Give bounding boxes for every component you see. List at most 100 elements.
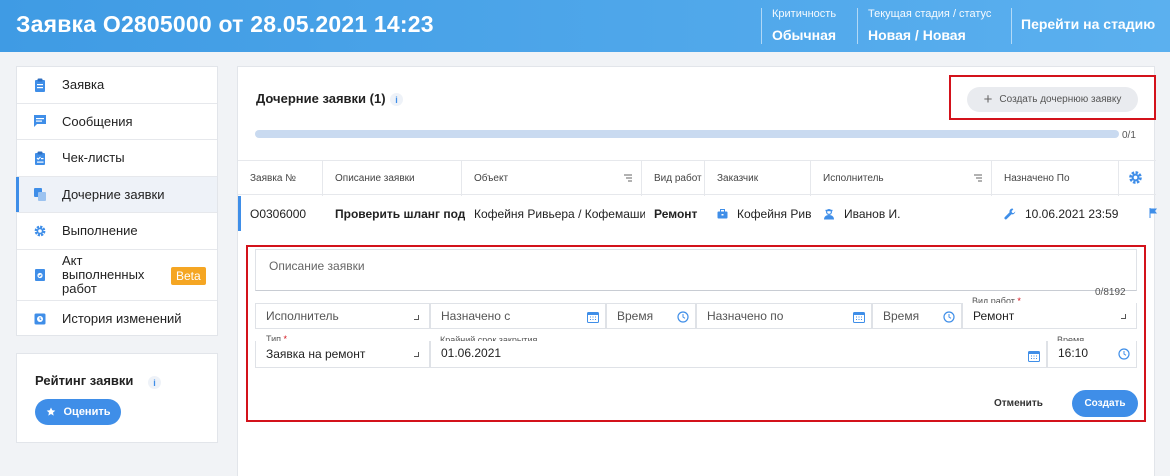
criticality-block: Критичность Обычная [772, 8, 836, 43]
work-type-value: Ремонт [973, 308, 1015, 323]
corner-arrow-icon [414, 352, 419, 357]
time-to-field[interactable]: Время [872, 303, 962, 329]
clock-icon[interactable] [1118, 348, 1130, 360]
clipboard-icon [35, 78, 45, 92]
type-value: Заявка на ремонт [266, 347, 366, 361]
sidebar-item-label: Акт выполненных работ [62, 252, 145, 296]
sidebar-item-label: Дочерние заявки [62, 186, 165, 202]
description-counter: 0/8192 [1095, 287, 1126, 298]
engineer-icon [824, 208, 834, 219]
go-to-stage-button[interactable]: Перейти на стадию [1021, 16, 1155, 32]
column-header[interactable]: Назначено По [992, 161, 1119, 196]
time-from-field[interactable]: Время [606, 303, 696, 329]
deadline-time-value: 16:10 [1058, 346, 1089, 360]
rate-button[interactable]: Оценить [35, 399, 121, 425]
cell-description: Проверить шланг под м [335, 206, 465, 221]
sidebar-item-request[interactable]: Заявка [17, 67, 217, 104]
column-header[interactable]: Заказчик [705, 161, 811, 196]
create-button[interactable]: Создать [1072, 390, 1138, 417]
gear-icon [34, 225, 46, 237]
sidebar-item-label: Чек-листы [62, 150, 125, 166]
child-requests-panel: Дочерние заявки (1) i + Создать дочернюю… [237, 66, 1157, 476]
time-to-placeholder: Время [883, 309, 920, 323]
certificate-icon [35, 268, 45, 281]
beta-badge: Beta [171, 266, 206, 285]
calendar-icon[interactable] [1028, 350, 1040, 362]
column-header-executor[interactable]: Исполнитель [811, 161, 992, 196]
assigned-from-placeholder: Назначено с [441, 309, 511, 323]
rate-button-label: Оценить [63, 406, 111, 418]
sidebar-item-history[interactable]: История изменений [17, 301, 217, 338]
cancel-button[interactable]: Отменить [994, 398, 1043, 409]
deadline-field[interactable]: 01.06.2021 [430, 341, 1047, 368]
deadline-value: 01.06.2021 [441, 346, 502, 360]
cell-executor: Иванов И. [814, 196, 995, 231]
sidebar-item-label: История изменений [62, 311, 182, 327]
header-divider [857, 8, 858, 44]
checklist-icon [35, 151, 45, 165]
cell-customer-text: Кофейня Рив [737, 206, 812, 221]
rating-title: Рейтинг заявки [35, 373, 134, 388]
sidebar-item-execution[interactable]: Выполнение [17, 213, 217, 250]
stage-block: Текущая стадия / статус Новая / Новая [868, 8, 991, 43]
column-header[interactable]: Заявка № [238, 161, 323, 196]
description-textarea[interactable]: Описание заявки [255, 249, 1137, 291]
assigned-from-field[interactable]: Назначено с [430, 303, 606, 329]
message-icon [34, 115, 46, 128]
wrench-icon [1004, 207, 1016, 219]
calendar-icon[interactable] [587, 311, 599, 323]
progress-label: 0/1 [1122, 130, 1136, 141]
section-title: Дочерние заявки (1) [256, 91, 386, 106]
assigned-to-field[interactable]: Назначено по [696, 303, 872, 329]
clock-icon[interactable] [677, 311, 689, 323]
clock-icon[interactable] [943, 311, 955, 323]
criticality-label: Критичность [772, 8, 837, 20]
column-header-label: Исполнитель [823, 173, 884, 184]
table-header: Заявка № Описание заявки Объект Вид рабо… [238, 160, 1156, 196]
column-header[interactable]: Описание заявки [323, 161, 462, 196]
copy-icon [34, 188, 46, 202]
criticality-value: Обычная [772, 27, 837, 43]
progress-bar [255, 130, 1119, 138]
cell-object: Кофейня Ривьера / Кофемаши [474, 206, 645, 221]
create-child-request-button[interactable]: + Создать дочернюю заявку [967, 87, 1138, 112]
cell-customer: Кофейня Рив [708, 196, 814, 231]
flag-icon[interactable] [1149, 208, 1157, 218]
app-header: Заявка О2805000 от 28.05.2021 14:23 Крит… [0, 0, 1170, 52]
stage-label: Текущая стадия / статус [868, 8, 992, 20]
settings-gear-icon[interactable] [1128, 170, 1143, 185]
type-select[interactable]: Заявка на ремонт [255, 341, 430, 368]
executor-placeholder: Исполнитель [266, 309, 339, 323]
table-row[interactable]: О0306000 Проверить шланг под м Кофейня Р… [238, 196, 1157, 231]
cell-work-type: Ремонт [654, 206, 698, 221]
cell-assigned-to-text: 10.06.2021 23:59 [1025, 206, 1119, 221]
work-type-select[interactable]: Ремонт [962, 303, 1137, 329]
calendar-icon[interactable] [853, 311, 865, 323]
column-header[interactable]: Вид работ [642, 161, 705, 196]
rating-card: Рейтинг заявки i Оценить [16, 353, 218, 443]
deadline-time-field[interactable]: 16:10 [1047, 341, 1137, 368]
sidebar-item-checklists[interactable]: Чек-листы [17, 140, 217, 177]
stage-value: Новая / Новая [868, 27, 966, 43]
executor-select[interactable]: Исполнитель [255, 303, 430, 329]
sidebar-item-messages[interactable]: Сообщения [17, 104, 217, 140]
assigned-to-placeholder: Назначено по [707, 309, 784, 323]
sidebar-item-label: Сообщения [62, 113, 133, 129]
column-header-label: Объект [474, 173, 509, 184]
sidebar-item-label: Заявка [62, 77, 105, 93]
sort-icon[interactable] [624, 174, 633, 182]
corner-arrow-icon [414, 315, 419, 320]
sidebar-nav: Заявка Сообщения Чек-листы Дочерние заяв… [16, 66, 218, 336]
sidebar-item-label: Выполнение [62, 223, 138, 239]
sidebar-item-child-requests[interactable]: Дочерние заявки [16, 176, 217, 213]
sidebar-item-work-act[interactable]: Акт выполненных работ Beta [17, 250, 217, 301]
cell-request-number: О0306000 [250, 206, 307, 221]
cell-assigned-to: 10.06.2021 23:59 [995, 196, 1122, 231]
header-divider [761, 8, 762, 44]
sort-icon[interactable] [974, 174, 983, 182]
page-title: Заявка О2805000 от 28.05.2021 14:23 [16, 11, 434, 37]
column-header-object[interactable]: Объект [462, 161, 642, 196]
info-icon[interactable]: i [148, 376, 161, 389]
create-child-request-label: Создать дочернюю заявку [999, 94, 1122, 105]
info-icon[interactable]: i [390, 93, 403, 106]
